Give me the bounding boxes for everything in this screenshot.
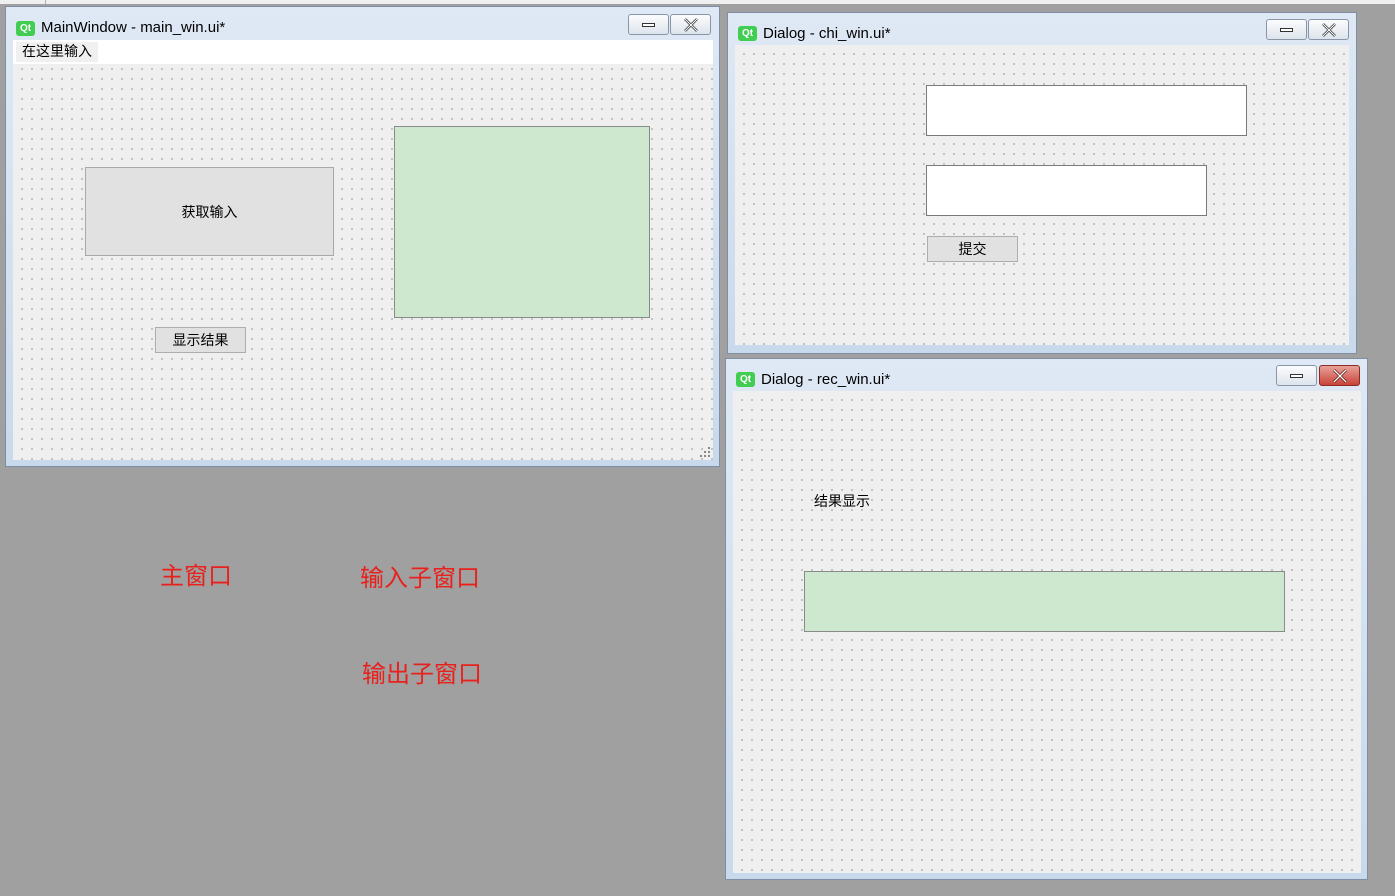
minimize-icon — [1290, 373, 1303, 378]
close-icon — [1332, 368, 1347, 383]
output-dialog-titlebar[interactable]: Qt Dialog - rec_win.ui* — [726, 359, 1367, 389]
main-window[interactable]: Qt MainWindow - main_win.ui* 在这里输入 获取输入 … — [5, 6, 720, 467]
minimize-icon — [642, 22, 655, 27]
output-green-widget[interactable] — [804, 571, 1285, 632]
qt-logo-icon: Qt — [16, 21, 35, 36]
annotation-input-child: 输入子窗口 — [360, 564, 480, 592]
input-dialog-client[interactable]: 提交 — [735, 45, 1349, 345]
top-strip — [0, 0, 1395, 4]
minimize-button[interactable] — [1276, 365, 1317, 386]
menu-type-here[interactable]: 在这里输入 — [16, 42, 98, 62]
close-icon — [1321, 22, 1336, 37]
top-strip-notch — [45, 0, 46, 4]
qt-logo-icon: Qt — [736, 372, 755, 387]
input-dialog-titlebar[interactable]: Qt Dialog - chi_win.ui* — [728, 13, 1356, 43]
get-input-button[interactable]: 获取输入 — [85, 167, 334, 256]
close-button[interactable] — [1308, 19, 1349, 40]
input-dialog[interactable]: Qt Dialog - chi_win.ui* 提交 — [727, 12, 1357, 354]
main-window-title: MainWindow - main_win.ui* — [41, 19, 226, 36]
close-icon — [683, 17, 698, 32]
main-window-titlebar[interactable]: Qt MainWindow - main_win.ui* — [6, 7, 719, 37]
main-green-widget[interactable] — [394, 126, 650, 318]
show-result-button[interactable]: 显示结果 — [155, 327, 246, 353]
input-dialog-title: Dialog - chi_win.ui* — [763, 25, 891, 42]
qt-logo-icon: Qt — [738, 26, 757, 41]
output-dialog[interactable]: Qt Dialog - rec_win.ui* 结果显示 — [725, 358, 1368, 880]
result-label: 结果显示 — [814, 494, 870, 510]
annotation-main-window: 主窗口 — [160, 562, 232, 590]
minimize-icon — [1280, 27, 1293, 32]
input-field-1[interactable] — [926, 85, 1247, 136]
resize-grip-icon[interactable] — [700, 447, 710, 457]
submit-button[interactable]: 提交 — [927, 236, 1018, 262]
annotation-output-child: 输出子窗口 — [362, 660, 482, 688]
close-button[interactable] — [1319, 365, 1360, 386]
minimize-button[interactable] — [628, 14, 669, 35]
menu-bar: 在这里输入 — [13, 40, 713, 64]
input-field-2[interactable] — [926, 165, 1207, 216]
close-button[interactable] — [670, 14, 711, 35]
minimize-button[interactable] — [1266, 19, 1307, 40]
output-dialog-title: Dialog - rec_win.ui* — [761, 371, 891, 388]
main-window-client[interactable]: 在这里输入 获取输入 显示结果 — [13, 40, 713, 460]
output-dialog-client[interactable]: 结果显示 — [733, 391, 1361, 873]
